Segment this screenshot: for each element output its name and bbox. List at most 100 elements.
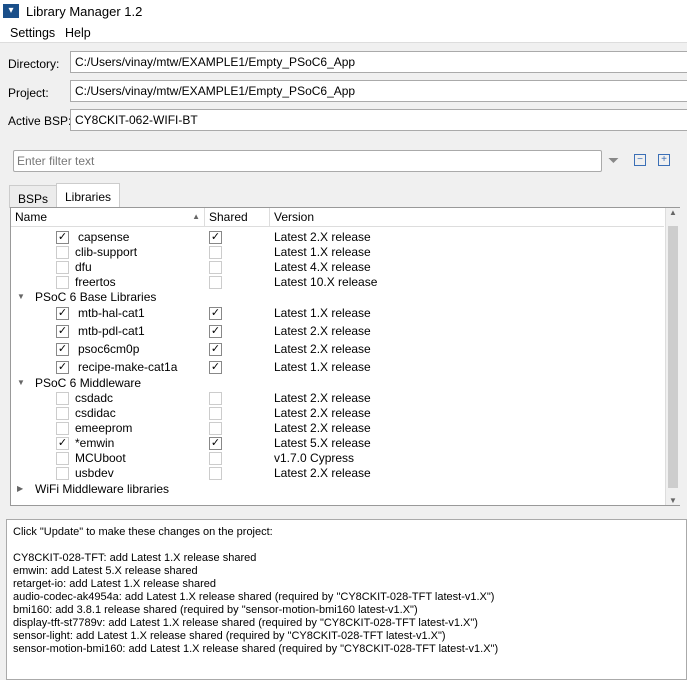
library-name: *emwin [75,436,115,450]
include-checkbox[interactable] [56,276,69,289]
table-row[interactable]: freertos Latest 10.X release [11,275,664,290]
column-name[interactable]: Name ▲ [11,208,205,227]
shared-checkbox[interactable]: ✓ [209,325,222,338]
table-row[interactable]: ✓ psoc6cm0p ✓ Latest 2.X release [11,342,664,357]
library-name: dfu [75,260,92,274]
table-row[interactable]: ✓ *emwin ✓ Latest 5.X release [11,436,664,451]
include-checkbox[interactable] [56,422,69,435]
library-version[interactable]: Latest 2.X release [274,466,371,480]
table-row[interactable]: usbdev Latest 2.X release [11,466,664,481]
table-row[interactable]: emeeprom Latest 2.X release [11,421,664,436]
project-field[interactable]: C:/Users/vinay/mtw/EXAMPLE1/Empty_PSoC6_… [70,80,687,102]
filter-icon[interactable]: ⏷ [608,152,619,169]
include-checkbox[interactable]: ✓ [56,437,69,450]
library-name: csdidac [75,406,116,420]
table-group-row[interactable]: ▶ WiFi Middleware libraries [11,482,664,497]
output-line: sensor-light: add Latest 1.X release sha… [13,630,446,642]
shared-checkbox[interactable] [209,422,222,435]
library-name: capsense [78,230,130,244]
shared-checkbox[interactable]: ✓ [209,343,222,356]
library-version[interactable]: Latest 10.X release [274,275,377,289]
library-version[interactable]: Latest 2.X release [274,342,371,356]
expand-arrow-down-icon[interactable]: ▼ [17,292,25,301]
table-row[interactable]: clib-support Latest 1.X release [11,245,664,260]
include-checkbox[interactable] [56,261,69,274]
include-checkbox[interactable] [56,467,69,480]
shared-checkbox[interactable] [209,392,222,405]
expand-arrow-right-icon[interactable]: ▶ [17,484,23,493]
expand-arrow-down-icon[interactable]: ▼ [17,378,25,387]
library-version[interactable]: Latest 1.X release [274,306,371,320]
table-row[interactable]: ✓ capsense ✓ Latest 2.X release [11,230,664,245]
pending-changes-output: Click "Update" to make these changes on … [6,519,687,680]
library-version[interactable]: Latest 2.X release [274,391,371,405]
library-version[interactable]: Latest 4.X release [274,260,371,274]
directory-field[interactable]: C:/Users/vinay/mtw/EXAMPLE1/Empty_PSoC6_… [70,51,687,73]
scroll-up-icon[interactable]: ▲ [666,208,680,217]
table-row[interactable]: csdadc Latest 2.X release [11,391,664,406]
locked-include-checkbox: ✓ [56,325,69,338]
table-group-row[interactable]: ▼ PSoC 6 Base Libraries [11,290,664,305]
output-line: sensor-motion-bmi160: add Latest 1.X rel… [13,643,499,655]
table-row[interactable]: ✓ recipe-make-cat1a ✓ Latest 1.X release [11,360,664,375]
active-bsp-field[interactable]: CY8CKIT-062-WIFI-BT [70,109,687,131]
table-row[interactable]: ✓ mtb-pdl-cat1 ✓ Latest 2.X release [11,324,664,339]
column-shared[interactable]: Shared [205,208,270,227]
library-name: clib-support [75,245,138,259]
locked-include-checkbox: ✓ [56,361,69,374]
scroll-down-icon[interactable]: ▼ [666,496,680,505]
library-version[interactable]: Latest 2.X release [274,421,371,435]
menu-bar: Settings Help [0,23,687,43]
shared-checkbox[interactable]: ✓ [209,231,222,244]
include-checkbox[interactable] [56,407,69,420]
include-checkbox[interactable] [56,246,69,259]
library-version[interactable]: Latest 5.X release [274,436,371,450]
expand-all-icon[interactable]: + [658,154,670,166]
tab-bsps[interactable]: BSPs [9,185,58,208]
window-title: Library Manager 1.2 [26,4,143,19]
collapse-all-icon[interactable]: − [634,154,646,166]
column-version[interactable]: Version [270,208,664,227]
shared-checkbox[interactable] [209,452,222,465]
shared-checkbox[interactable]: ✓ [209,307,222,320]
shared-checkbox[interactable]: ✓ [209,361,222,374]
shared-checkbox[interactable]: ✓ [209,437,222,450]
table-group-row[interactable]: ▼ PSoC 6 Middleware [11,376,664,391]
locked-include-checkbox: ✓ [56,343,69,356]
app-logo-icon: ▾ [3,4,19,18]
vertical-scrollbar[interactable]: ▲ ▼ [665,208,680,505]
output-line: emwin: add Latest 5.X release shared [13,565,198,577]
library-version[interactable]: Latest 2.X release [274,230,371,244]
menu-help[interactable]: Help [65,26,91,40]
shared-checkbox[interactable] [209,261,222,274]
library-version[interactable]: v1.7.0 Cypress [274,451,354,465]
include-checkbox[interactable] [56,452,69,465]
shared-checkbox[interactable] [209,246,222,259]
output-line: display-tft-st7789v: add Latest 1.X rele… [13,617,478,629]
output-line: audio-codec-ak4954a: add Latest 1.X rele… [13,591,495,603]
include-checkbox[interactable] [56,392,69,405]
library-version[interactable]: Latest 2.X release [274,406,371,420]
title-bar: ▾ Library Manager 1.2 [0,0,687,23]
locked-include-checkbox: ✓ [56,307,69,320]
shared-checkbox[interactable] [209,467,222,480]
table-row[interactable]: ✓ mtb-hal-cat1 ✓ Latest 1.X release [11,306,664,321]
menu-settings[interactable]: Settings [10,26,55,40]
table-row[interactable]: csdidac Latest 2.X release [11,406,664,421]
library-version[interactable]: Latest 1.X release [274,245,371,259]
library-version[interactable]: Latest 2.X release [274,324,371,338]
scroll-thumb[interactable] [668,226,678,488]
library-name: recipe-make-cat1a [78,360,178,374]
libraries-table: Name ▲ Shared Version ✓ capsense ✓ Latest 2.… [10,207,680,506]
shared-checkbox[interactable] [209,276,222,289]
filter-input[interactable]: Enter filter text [13,150,602,172]
table-row[interactable]: dfu Latest 4.X release [11,260,664,275]
library-name: usbdev [75,466,114,480]
table-row[interactable]: MCUboot v1.7.0 Cypress [11,451,664,466]
library-version[interactable]: Latest 1.X release [274,360,371,374]
group-label: PSoC 6 Base Libraries [35,290,157,304]
shared-checkbox[interactable] [209,407,222,420]
library-name: psoc6cm0p [78,342,140,356]
tab-libraries[interactable]: Libraries [56,183,121,208]
